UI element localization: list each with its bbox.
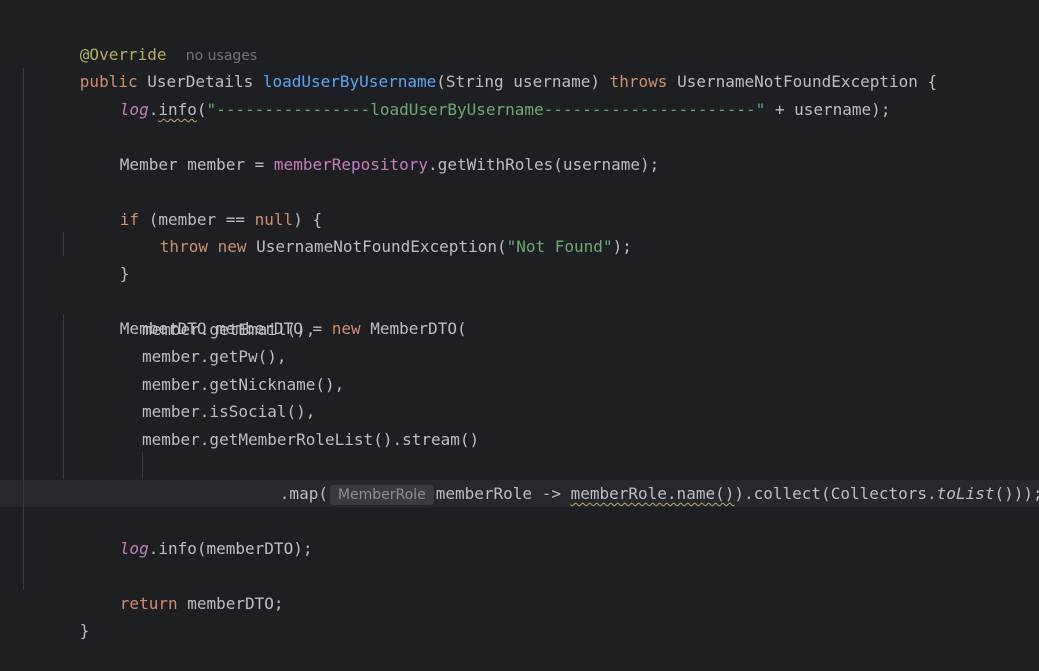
lambda-param: memberRole -> (435, 484, 571, 503)
get-pw-arg: member.getPw(), (142, 347, 287, 366)
code-line-5[interactable]: if (member == null) { (0, 179, 1039, 229)
code-line-15[interactable]: log.info(memberDTO); (0, 508, 1039, 558)
code-line-13[interactable]: member.getMemberRoleList().stream() (0, 426, 1039, 453)
code-line-14[interactable]: .map(MemberRole memberRole -> memberRole.… (0, 453, 1039, 505)
info-call: info (158, 100, 197, 119)
code-line-16[interactable]: return memberDTO; (0, 563, 1039, 613)
code-line-9[interactable]: member.getEmail(), (0, 316, 1039, 343)
log-info-call: .info(memberDTO); (148, 539, 313, 558)
if-close-brace: } (119, 264, 130, 283)
method-close-brace: } (79, 621, 90, 640)
dot: . (148, 100, 159, 119)
paren: ( (196, 100, 207, 119)
code-line-11[interactable]: member.getNickname(), (0, 371, 1039, 398)
get-email-arg: member.getEmail(), (142, 320, 316, 339)
map-call: .map( (279, 484, 328, 503)
get-with-roles-call: .getWithRoles(username); (428, 155, 660, 174)
member-decl: Member member = (119, 155, 274, 174)
code-line-10[interactable]: member.getPw(), (0, 343, 1039, 370)
concat-rest: + username); (765, 100, 891, 119)
map-end: ())); (994, 484, 1039, 503)
log-field: log (119, 539, 149, 558)
log-string: "----------------loadUserByUsername-----… (206, 100, 766, 119)
role-stream-arg: member.getMemberRoleList().stream() (142, 430, 480, 449)
code-line-1[interactable]: @Override no usages (0, 14, 1039, 64)
code-line-3[interactable]: log.info("----------------loadUserByUser… (0, 69, 1039, 119)
code-line-17[interactable]: } (0, 590, 1039, 640)
code-line-2[interactable]: public UserDetails loadUserByUsername(St… (0, 41, 1039, 91)
role-name-call: memberRole.name() (570, 484, 735, 503)
code-editor[interactable]: @Override no usages public UserDetails l… (0, 0, 1039, 640)
member-repository-field: memberRepository (273, 155, 429, 174)
get-nickname-arg: member.getNickname(), (142, 375, 345, 394)
code-line-8[interactable]: MemberDTO memberDTO = new MemberDTO( (0, 288, 1039, 338)
code-line-12[interactable]: member.isSocial(), (0, 398, 1039, 425)
is-social-arg: member.isSocial(), (142, 402, 316, 421)
to-list-call: toList (936, 484, 995, 503)
code-line-4[interactable]: Member member = memberRepository.getWith… (0, 124, 1039, 174)
code-line-7[interactable]: } (0, 233, 1039, 283)
parameter-type-inlay-hint[interactable]: MemberRole (329, 485, 434, 505)
code-line-6[interactable]: throw new UsernameNotFoundException("Not… (0, 206, 1039, 256)
collect-call: ).collect(Collectors. (734, 484, 937, 503)
log-field: log (119, 100, 149, 119)
